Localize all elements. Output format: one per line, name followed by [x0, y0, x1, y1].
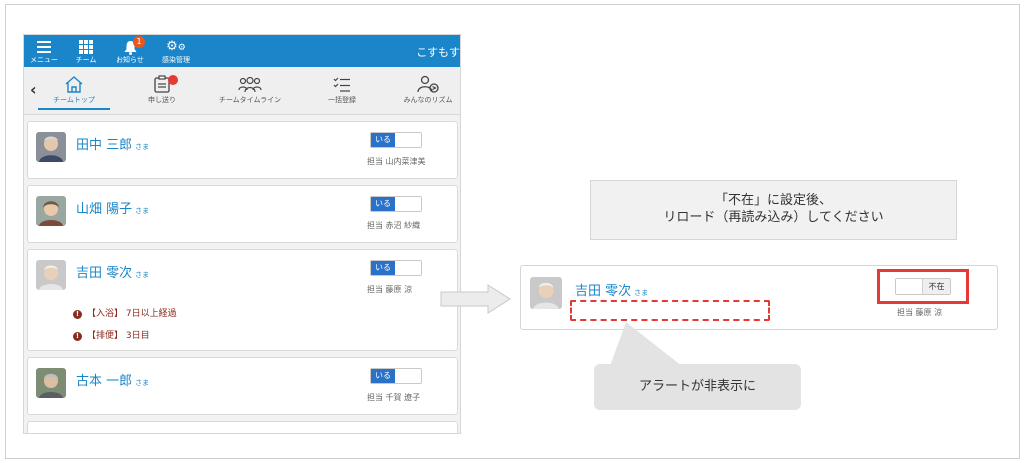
home-icon — [34, 73, 114, 95]
notice-button[interactable]: 1 お知らせ — [110, 36, 150, 65]
staff-in-charge: 担当 千賀 遼子 — [367, 393, 421, 402]
menu-button[interactable]: メニュー — [24, 38, 64, 65]
avatar — [36, 368, 66, 398]
team-label: チーム — [75, 56, 97, 64]
resident-card[interactable]: 吉田 零次 さま いる 担当 藤原 涼 ! 【入浴】 7日以上経過 ! 【排便】 3日… — [27, 249, 458, 351]
notice-badge: 1 — [133, 36, 145, 48]
presence-toggle[interactable]: いる — [370, 260, 422, 276]
presence-toggle[interactable]: 不在 — [895, 278, 951, 295]
people-icon — [210, 73, 290, 95]
staff-in-charge: 担当 藤原 涼 — [367, 285, 413, 294]
resident-card[interactable] — [27, 421, 458, 433]
right-arrow-icon — [440, 284, 511, 314]
tab-label: チームトップ — [53, 96, 95, 104]
resident-name[interactable]: 古本 一郎 さま — [76, 370, 149, 389]
tab-label: みんなのリズム — [403, 96, 453, 104]
alert-icon: ! — [73, 310, 82, 319]
resident-card[interactable]: 山畑 陽子 さま いる 担当 赤沼 紗織 — [27, 185, 458, 243]
resident-name[interactable]: 吉田 零次 さま — [575, 280, 648, 299]
avatar — [36, 132, 66, 162]
menu-label: メニュー — [30, 56, 58, 64]
staff-in-charge: 担当 藤原 涼 — [897, 308, 943, 317]
care-alert[interactable]: ! 【入浴】 7日以上経過 — [73, 306, 177, 319]
resident-card[interactable]: 田中 三郎 さま いる 担当 山内菜津美 — [27, 121, 458, 179]
present-state: いる — [371, 133, 395, 147]
care-alert[interactable]: ! 【排便】 3日目 — [73, 328, 150, 341]
tab-bulk-register[interactable]: 一括登録 — [302, 73, 382, 105]
avatar — [530, 277, 562, 309]
presence-toggle[interactable]: いる — [370, 132, 422, 148]
presence-toggle[interactable]: いる — [370, 196, 422, 212]
alert-icon: ! — [73, 332, 82, 341]
infection-button[interactable]: ⚙⚙ 感染管理 — [156, 38, 196, 65]
staff-in-charge: 担当 山内菜津美 — [367, 157, 426, 166]
present-state: いる — [371, 197, 395, 211]
grid-icon — [66, 38, 106, 56]
presence-toggle[interactable]: いる — [370, 368, 422, 384]
avatar — [36, 196, 66, 226]
tab-team-top[interactable]: チームトップ — [34, 73, 114, 105]
absent-state: 不在 — [922, 279, 950, 294]
tab-handover[interactable]: 申し送り — [122, 73, 202, 105]
hamburger-icon — [24, 38, 64, 56]
active-tab-indicator — [38, 108, 110, 110]
avatar — [36, 260, 66, 290]
present-state: いる — [371, 261, 395, 275]
infection-label: 感染管理 — [162, 56, 190, 64]
top-bar: メニュー チーム 1 お知らせ ⚙⚙ 感染管理 こすもす — [24, 35, 460, 67]
staff-in-charge: 担当 赤沼 紗織 — [367, 221, 421, 230]
callout-bubble: アラートが非表示に — [594, 364, 801, 410]
instruction-box: 「不在」に設定後、 リロード（再読み込み）してください — [590, 180, 957, 240]
callout-pointer — [610, 322, 682, 366]
tab-label: 申し送り — [148, 96, 176, 104]
tab-everyones-rhythm[interactable]: みんなのリズム — [388, 73, 460, 105]
tab-bar: ‹ チームトップ 申し送り チームタイムライン 一括登録 みんなのリズム — [24, 67, 460, 115]
resident-card[interactable]: 古本 一郎 さま いる 担当 千賀 遼子 — [27, 357, 458, 415]
gears-icon: ⚙⚙ — [166, 39, 186, 54]
tab-team-timeline[interactable]: チームタイムライン — [210, 73, 290, 105]
checklist-icon — [302, 73, 382, 95]
team-button[interactable]: チーム — [66, 38, 106, 65]
resident-name[interactable]: 吉田 零次 さま — [76, 262, 149, 281]
person-rhythm-icon — [388, 73, 460, 95]
instruction-line-2: リロード（再読み込み）してください — [663, 210, 884, 225]
tab-label: 一括登録 — [328, 96, 356, 104]
notice-label: お知らせ — [116, 56, 144, 64]
tab-label: チームタイムライン — [218, 96, 282, 104]
unread-dot — [168, 75, 178, 85]
present-state: いる — [371, 369, 395, 383]
resident-name[interactable]: 田中 三郎 さま — [76, 134, 149, 153]
resident-name[interactable]: 山畑 陽子 さま — [76, 198, 149, 217]
hidden-alert-area — [570, 300, 770, 321]
user-name: こすもす — [416, 46, 460, 59]
resident-card-after[interactable]: 吉田 零次 さま 不在 担当 藤原 涼 — [520, 265, 998, 330]
instruction-line-1: 「不在」に設定後、 — [714, 193, 832, 208]
app-screen: メニュー チーム 1 お知らせ ⚙⚙ 感染管理 こすもす ‹ チームトップ 申し… — [23, 34, 461, 434]
clipboard-icon — [122, 73, 202, 95]
